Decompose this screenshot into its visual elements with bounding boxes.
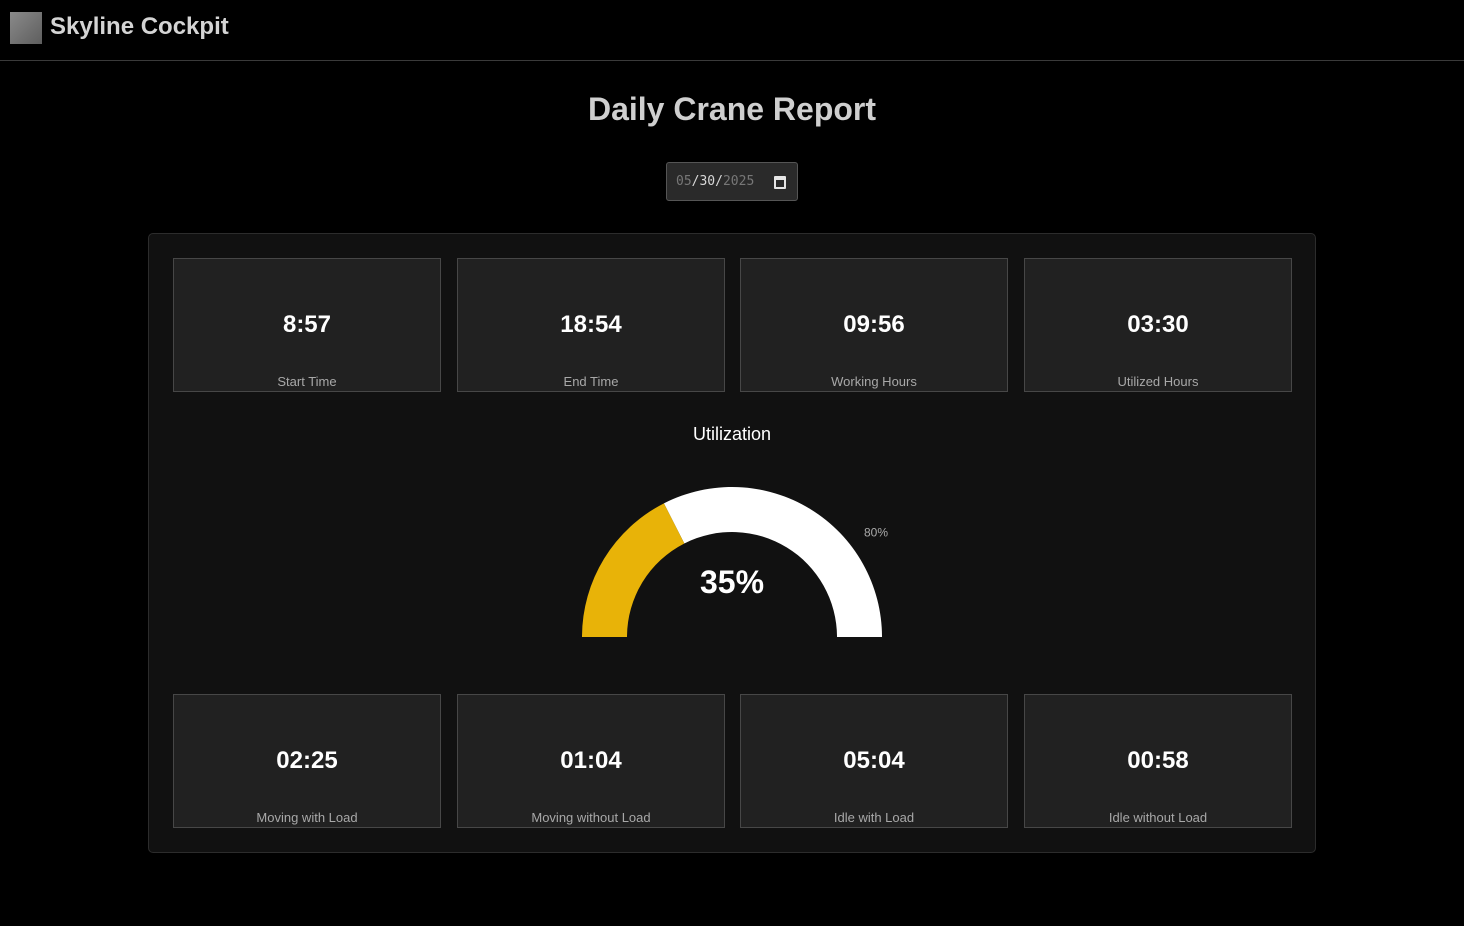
app-title[interactable]: Skyline Cockpit <box>50 13 229 41</box>
stat-value: 09:56 <box>843 311 905 338</box>
date-input[interactable]: 05/30/2025 <box>666 162 798 201</box>
page-title: Daily Crane Report <box>587 91 877 127</box>
stat-label: Working Hours <box>831 374 917 389</box>
report-panel: 8:57 Start Time 18:54 End Time 09:56 Wor… <box>148 233 1316 853</box>
stat-card-working-hours: 09:56 Working Hours <box>740 258 1008 392</box>
stat-card-utilized-hours: 03:30 Utilized Hours <box>1024 258 1292 392</box>
stat-label: End Time <box>563 374 619 389</box>
gauge-target-label: 80% <box>864 525 888 539</box>
utilization-value: 35% <box>699 564 765 600</box>
stat-label: Start Time <box>277 374 337 389</box>
app-logo[interactable] <box>10 12 42 44</box>
stat-value: 01:04 <box>560 747 622 774</box>
stat-value: 18:54 <box>560 311 622 338</box>
stat-value: 02:25 <box>276 747 338 774</box>
stat-label: Utilized Hours <box>1117 374 1199 389</box>
calendar-icon[interactable] <box>774 176 786 189</box>
stat-card-idle-with-load: 05:04 Idle with Load <box>740 694 1008 828</box>
stat-card-idle-without-load: 00:58 Idle without Load <box>1024 694 1292 828</box>
gauge-track <box>663 487 882 637</box>
stat-card-end-time: 18:54 End Time <box>457 258 725 392</box>
date-year[interactable]: 2025 <box>723 174 754 189</box>
stat-label: Moving with Load <box>256 810 358 825</box>
stat-label: Idle without Load <box>1108 810 1208 825</box>
utilization-gauge: 80% <box>582 487 888 637</box>
stat-label: Moving without Load <box>531 810 651 825</box>
date-day[interactable]: 30 <box>699 174 715 189</box>
stat-value: 00:58 <box>1127 747 1189 774</box>
stat-card-start-time: 8:57 Start Time <box>173 258 441 392</box>
stat-label: Idle with Load <box>833 810 915 825</box>
stat-card-moving-with-load: 02:25 Moving with Load <box>173 694 441 828</box>
stat-value: 03:30 <box>1127 311 1189 338</box>
date-month[interactable]: 05 <box>676 174 692 189</box>
stat-value: 05:04 <box>843 747 905 774</box>
stat-card-moving-without-load: 01:04 Moving without Load <box>457 694 725 828</box>
stat-value: 8:57 <box>282 311 332 338</box>
top-bar: Skyline Cockpit <box>0 0 1464 61</box>
utilization-title: Utilization <box>692 424 772 444</box>
